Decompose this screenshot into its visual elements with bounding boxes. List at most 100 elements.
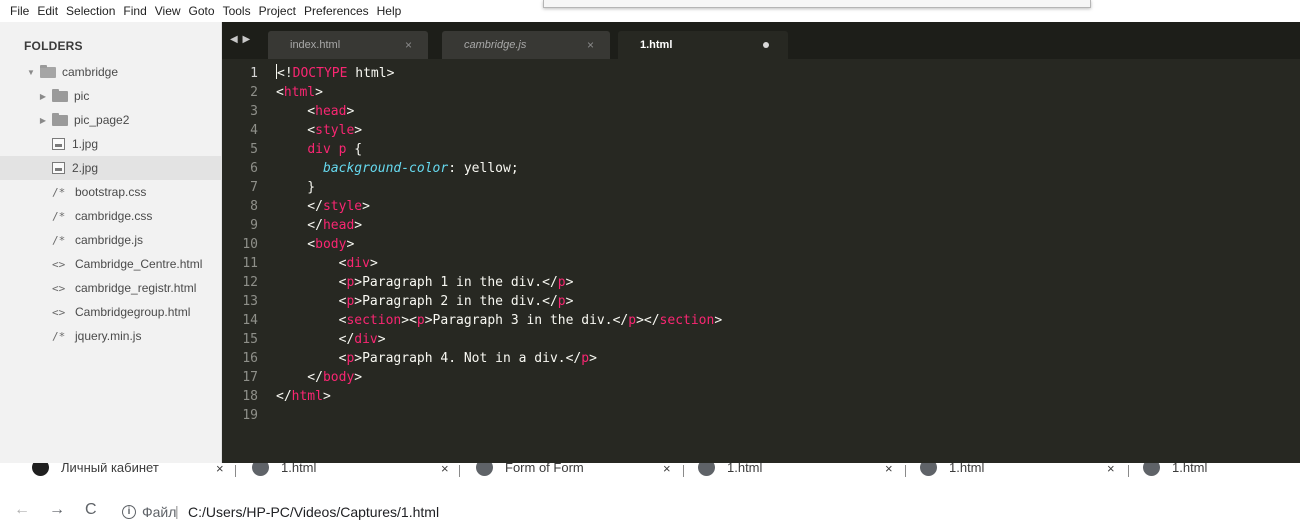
menu-goto[interactable]: Goto bbox=[187, 0, 221, 18]
file-cambridgegroup-html[interactable]: <> Cambridgegroup.html bbox=[0, 300, 221, 324]
code-line[interactable]: </head> bbox=[276, 216, 362, 235]
code-line[interactable]: </body> bbox=[276, 368, 362, 387]
tab-1-html[interactable]: 1.html bbox=[618, 31, 788, 59]
code-line[interactable]: <p>Paragraph 1 in the div.</p> bbox=[276, 273, 574, 292]
code-text-token: ></ bbox=[636, 313, 660, 328]
code-text-token: < bbox=[276, 294, 347, 309]
code-text-token: > bbox=[346, 104, 355, 119]
markup-file-icon: <> bbox=[52, 305, 66, 319]
browser-tab[interactable]: Form of Form bbox=[476, 463, 584, 477]
folder-label: pic_page2 bbox=[74, 113, 130, 127]
folder-label: pic bbox=[74, 89, 90, 103]
image-file-icon bbox=[52, 162, 65, 174]
file-2-jpg[interactable]: 2.jpg bbox=[0, 156, 221, 180]
line-number: 11 bbox=[242, 256, 258, 271]
close-icon[interactable]: × bbox=[1107, 463, 1115, 477]
menu-file[interactable]: File bbox=[8, 0, 35, 18]
file-jquery-min-js[interactable]: /* jquery.min.js bbox=[0, 324, 221, 348]
code-tag-token: p bbox=[416, 313, 425, 328]
markup-file-icon: <> bbox=[52, 281, 66, 295]
file-cambridge-css[interactable]: /* cambridge.css bbox=[0, 204, 221, 228]
line-number: 7 bbox=[250, 180, 258, 195]
close-icon[interactable]: × bbox=[216, 463, 224, 477]
code-editor[interactable]: 1 2 3 4 5 6 7 8 9 10 11 12 13 14 15 16 1… bbox=[222, 59, 1300, 463]
code-line[interactable]: <html> bbox=[276, 83, 323, 102]
code-tag-token: div bbox=[346, 256, 370, 271]
code-line[interactable]: <!DOCTYPE html> bbox=[276, 64, 394, 83]
code-line[interactable]: </style> bbox=[276, 197, 370, 216]
code-text-token: > bbox=[315, 85, 323, 100]
chevron-down-icon[interactable]: ▼ bbox=[26, 68, 36, 77]
tab-divider bbox=[683, 465, 684, 477]
code-text-token: < bbox=[276, 275, 347, 290]
file-bootstrap-css[interactable]: /* bootstrap.css bbox=[0, 180, 221, 204]
menu-help[interactable]: Help bbox=[375, 0, 408, 18]
menu-project[interactable]: Project bbox=[257, 0, 302, 18]
close-icon[interactable]: × bbox=[663, 463, 671, 477]
browser-tab[interactable]: 1.html bbox=[698, 463, 762, 477]
code-line[interactable]: <p>Paragraph 2 in the div.</p> bbox=[276, 292, 574, 311]
menu-edit[interactable]: Edit bbox=[35, 0, 64, 18]
file-cambridge-centre-html[interactable]: <> Cambridge_Centre.html bbox=[0, 252, 221, 276]
line-gutter: 1 2 3 4 5 6 7 8 9 10 11 12 13 14 15 16 1… bbox=[222, 59, 267, 463]
code-text-token: { bbox=[346, 142, 363, 157]
info-icon[interactable]: i bbox=[122, 505, 136, 519]
file-1-jpg[interactable]: 1.jpg bbox=[0, 132, 221, 156]
globe-favicon-icon bbox=[476, 463, 493, 476]
browser-tab-strip: Личный кабинет × 1.html × Form of Form ×… bbox=[0, 463, 1300, 477]
tab-label: 1.html bbox=[640, 39, 673, 51]
file-cambridge-js[interactable]: /* cambridge.js bbox=[0, 228, 221, 252]
browser-tab[interactable]: 1.html bbox=[920, 463, 984, 477]
forward-arrow-icon[interactable]: → bbox=[49, 501, 65, 519]
code-line[interactable]: <head> bbox=[276, 102, 354, 121]
menu-find[interactable]: Find bbox=[121, 0, 152, 18]
tab-index-html[interactable]: index.html × bbox=[268, 31, 428, 59]
code-text-token: < bbox=[276, 123, 316, 138]
browser-tab[interactable]: 1.html bbox=[1143, 463, 1207, 477]
chevron-right-icon[interactable]: ▶ bbox=[38, 116, 48, 125]
code-line[interactable]: <style> bbox=[276, 121, 362, 140]
back-arrow-icon[interactable]: ← bbox=[14, 501, 30, 519]
code-line[interactable]: } bbox=[276, 178, 315, 197]
unsaved-dot-icon[interactable] bbox=[763, 42, 769, 48]
folder-cambridge[interactable]: ▼ cambridge bbox=[0, 60, 221, 84]
close-icon[interactable]: × bbox=[405, 38, 412, 52]
menu-selection[interactable]: Selection bbox=[64, 0, 121, 18]
code-line[interactable]: </html> bbox=[276, 387, 331, 406]
file-label: Cambridgegroup.html bbox=[75, 305, 191, 319]
file-label: 1.jpg bbox=[72, 137, 99, 151]
close-icon[interactable]: × bbox=[441, 463, 449, 477]
menu-bar: File Edit Selection Find View Goto Tools… bbox=[0, 0, 1300, 22]
menu-preferences[interactable]: Preferences bbox=[302, 0, 375, 18]
globe-favicon-icon bbox=[698, 463, 715, 476]
file-label: Cambridge_Centre.html bbox=[75, 257, 203, 271]
code-line[interactable]: <body> bbox=[276, 235, 354, 254]
reload-icon[interactable]: C bbox=[85, 501, 97, 519]
close-icon[interactable]: × bbox=[587, 38, 594, 52]
file-label: cambridge.css bbox=[75, 209, 153, 223]
url-input[interactable]: C:/Users/HP-PC/Videos/Captures/1.html bbox=[188, 504, 439, 520]
code-line[interactable]: div p { bbox=[276, 140, 362, 159]
tab-cambridge-js[interactable]: cambridge.js × bbox=[442, 31, 610, 59]
file-cambridge-registr-html[interactable]: <> cambridge_registr.html bbox=[0, 276, 221, 300]
code-line[interactable]: background-color: yellow; bbox=[276, 159, 519, 178]
folder-pic[interactable]: ▶ pic bbox=[0, 84, 221, 108]
code-text-token: > bbox=[354, 123, 363, 138]
browser-tab[interactable]: Личный кабинет bbox=[32, 463, 159, 477]
code-line[interactable]: <div> bbox=[276, 254, 378, 273]
menu-tools[interactable]: Tools bbox=[221, 0, 257, 18]
menu-view[interactable]: View bbox=[153, 0, 187, 18]
line-number: 15 bbox=[242, 332, 258, 347]
line-number: 12 bbox=[242, 275, 258, 290]
folder-pic-page2[interactable]: ▶ pic_page2 bbox=[0, 108, 221, 132]
tab-nav-arrows-icon[interactable]: ◀ ▶ bbox=[230, 34, 251, 45]
close-icon[interactable]: × bbox=[885, 463, 893, 477]
code-line[interactable]: <p>Paragraph 4. Not in a div.</p> bbox=[276, 349, 597, 368]
code-line[interactable]: </div> bbox=[276, 330, 386, 349]
code-file-icon: /* bbox=[52, 329, 66, 343]
line-number: 3 bbox=[250, 104, 258, 119]
browser-tab[interactable]: 1.html bbox=[252, 463, 316, 477]
code-line[interactable]: <section><p>Paragraph 3 in the div.</p><… bbox=[276, 311, 723, 330]
chevron-right-icon[interactable]: ▶ bbox=[38, 92, 48, 101]
